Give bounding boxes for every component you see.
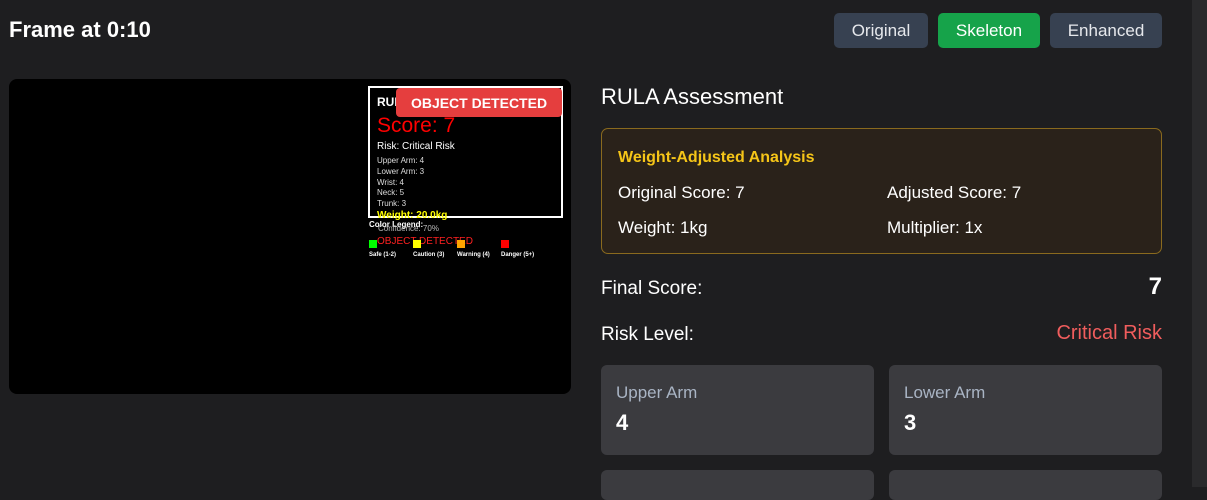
weight-value: Weight: 1kg [618, 218, 708, 237]
object-detected-badge: OBJECT DETECTED [396, 88, 562, 117]
original-score: Original Score: 7 [618, 183, 745, 202]
multiplier-value: Multiplier: 1x [887, 218, 983, 237]
final-score-value: 7 [1148, 273, 1162, 300]
overlay-metric: Lower Arm: 3 [377, 167, 425, 176]
overlay-metric: Upper Arm: 4 [377, 156, 425, 165]
legend-label: Warning (4) [457, 252, 490, 258]
overlay-score: Score: 7 [377, 114, 456, 137]
legend-swatch-caution [413, 240, 421, 248]
overlay-metric: Neck: 5 [377, 188, 405, 197]
skeleton-view-button[interactable]: Skeleton [938, 13, 1040, 48]
overlay-metric: Trunk: 3 [377, 199, 407, 208]
upper-arm-label: Upper Arm [616, 383, 698, 402]
score-card [601, 470, 874, 500]
scrollbar[interactable] [1192, 0, 1207, 487]
original-view-button[interactable]: Original [834, 13, 928, 48]
frame-title: Frame at 0:10 [9, 17, 151, 42]
lower-arm-card: Lower Arm 3 [889, 365, 1162, 455]
upper-arm-card: Upper Arm 4 [601, 365, 874, 455]
overlay-confidence: Confidence: 70% [378, 224, 439, 233]
legend-label: Caution (3) [413, 252, 445, 258]
legend-swatch-warning [457, 240, 465, 248]
adjusted-score: Adjusted Score: 7 [887, 183, 1022, 202]
legend-label: Safe (1-2) [369, 252, 397, 258]
weight-analysis-title: Weight-Adjusted Analysis [618, 149, 815, 166]
final-score-label: Final Score: [601, 278, 703, 299]
lower-arm-label: Lower Arm [904, 383, 986, 402]
lower-arm-score: 3 [904, 410, 917, 435]
legend-swatch-danger [501, 240, 509, 248]
weight-analysis-card: Weight-Adjusted Analysis Original Score:… [601, 128, 1162, 254]
risk-level-label: Risk Level: [601, 324, 694, 345]
video-frame: RULA Score: 7 Risk: Critical Risk Upper … [9, 79, 571, 394]
enhanced-view-button[interactable]: Enhanced [1050, 13, 1162, 48]
legend-swatch-safe [369, 240, 377, 248]
legend-label: Danger (5+) [501, 252, 535, 258]
score-card [889, 470, 1162, 500]
overlay-metric: Wrist: 4 [377, 178, 404, 187]
risk-level-value: Critical Risk [1056, 322, 1162, 344]
overlay-risk: Risk: Critical Risk [377, 141, 455, 152]
upper-arm-score: 4 [616, 410, 629, 435]
assessment-title: RULA Assessment [601, 84, 784, 109]
